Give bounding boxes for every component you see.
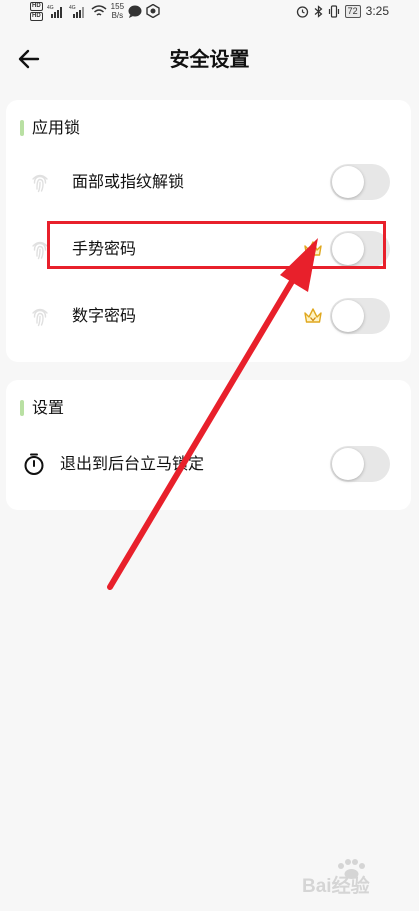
section-accent-bar: [20, 120, 24, 136]
settings-section-title: 设置: [20, 398, 64, 418]
status-left: HD HD 4G 4G 155 B/s: [30, 0, 160, 22]
row-numeric-password: 数字密码: [6, 294, 411, 338]
signal-icon: 4G: [47, 5, 62, 18]
row-face-fingerprint-unlock: 面部或指纹解锁: [6, 160, 411, 204]
numeric-password-toggle[interactable]: [330, 298, 390, 334]
screen: HD HD 4G 4G 155 B/s 72 3:25 安全设置 应用锁 面部或…: [0, 0, 419, 911]
gesture-password-toggle[interactable]: [330, 231, 390, 267]
row-lock-on-background: 退出到后台立马锁定: [6, 442, 411, 486]
status-time: 3:25: [365, 4, 389, 18]
app-lock-card: 应用锁 面部或指纹解锁 手势密码 数字密码: [6, 100, 411, 362]
net-speed-value: 155: [110, 2, 125, 11]
signal-icon-2: 4G: [69, 5, 84, 18]
message-icon: [128, 5, 142, 18]
net-speed-unit: B/s: [111, 11, 124, 20]
hd-badges: HD HD: [30, 1, 43, 21]
page-title: 安全设置: [169, 47, 250, 71]
app-lock-section-title: 应用锁: [20, 118, 80, 138]
hd-badge-bottom: HD: [30, 11, 43, 21]
baidu-jingyan-watermark: Bai经验: [302, 859, 371, 896]
toggle-knob: [332, 448, 364, 480]
hd-badge-top: HD: [30, 1, 43, 11]
header: 安全设置: [0, 38, 419, 80]
net-speed: 155 B/s: [111, 2, 124, 20]
alarm-icon: [296, 5, 308, 18]
section-accent-bar: [20, 400, 24, 416]
battery-icon: 72: [344, 4, 361, 18]
toggle-knob: [332, 166, 364, 198]
app-lock-title-text: 应用锁: [32, 118, 81, 137]
lock-on-background-toggle[interactable]: [330, 446, 390, 482]
fingerprint-icon: [32, 241, 48, 260]
settings-card: 设置 退出到后台立马锁定: [6, 380, 411, 510]
stopwatch-icon: [24, 453, 44, 475]
vibrate-icon: [328, 4, 339, 18]
app-notification-icon: [146, 4, 160, 18]
crown-icon: [304, 241, 322, 256]
row-gesture-password: 手势密码: [6, 227, 411, 271]
row-label: 退出到后台立马锁定: [60, 454, 205, 473]
status-right: 72 3:25: [296, 0, 389, 22]
crown-icon: [304, 308, 322, 323]
net-type-1: 4G: [47, 5, 54, 11]
net-type-2: 4G: [69, 5, 76, 11]
bluetooth-icon: [314, 4, 323, 18]
settings-title-text: 设置: [32, 398, 65, 417]
toggle-knob: [332, 300, 364, 332]
row-label: 手势密码: [72, 239, 137, 258]
row-label: 数字密码: [72, 306, 137, 325]
wifi-icon: [91, 5, 107, 16]
fingerprint-icon: [32, 174, 48, 193]
toggle-knob: [332, 233, 364, 265]
fingerprint-icon: [32, 308, 48, 327]
status-bar: HD HD 4G 4G 155 B/s 72 3:25: [0, 0, 419, 22]
face-fingerprint-toggle[interactable]: [330, 164, 390, 200]
watermark-text: Bai经验: [302, 874, 371, 896]
row-label: 面部或指纹解锁: [72, 172, 185, 191]
